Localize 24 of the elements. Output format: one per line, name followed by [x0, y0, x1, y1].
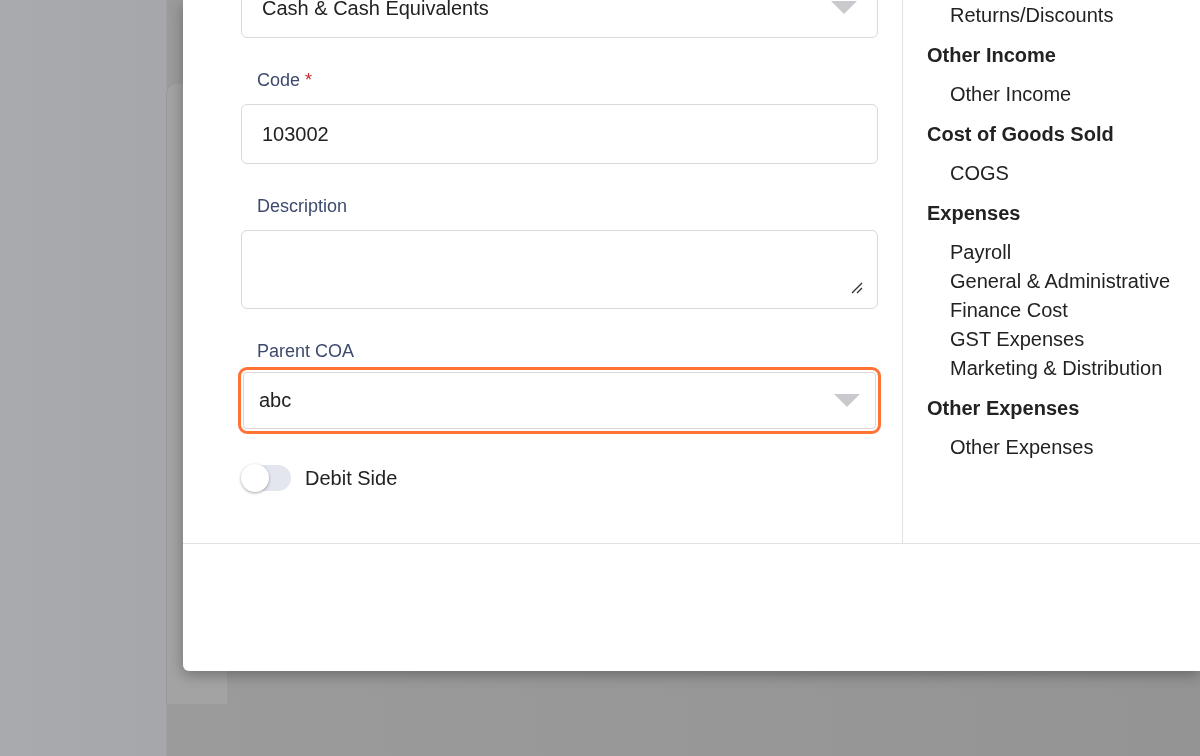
group-heading: Other Income: [927, 43, 1057, 68]
group-heading: Expenses: [927, 201, 1022, 226]
account-item[interactable]: GST Expenses: [927, 325, 1200, 354]
select-field[interactable]: Cash & Cash Equivalents: [241, 0, 878, 38]
input-field[interactable]: 103002: [241, 104, 878, 164]
account-item[interactable]: Payroll: [927, 238, 1200, 267]
field-label: Code *: [257, 69, 313, 92]
field-label: Parent COA: [257, 340, 355, 363]
group-heading: Cost of Goods Sold: [927, 122, 1115, 147]
account-item[interactable]: Returns/Discounts: [927, 1, 1200, 30]
account-item[interactable]: Marketing & Distribution: [927, 354, 1200, 383]
toggle-switch[interactable]: [241, 464, 291, 492]
account-item[interactable]: General & Administrative: [927, 267, 1200, 296]
group-heading: Other Expenses: [927, 396, 1081, 421]
account-item[interactable]: Other Expenses: [927, 433, 1200, 462]
resize-handle-icon[interactable]: [851, 282, 863, 294]
field-label: Description: [257, 195, 348, 218]
caret-icon: [834, 393, 860, 408]
toggle-label: Debit Side: [305, 466, 398, 490]
account-item[interactable]: Finance Cost: [927, 296, 1200, 325]
account-item[interactable]: COGS: [927, 159, 1200, 188]
select-field[interactable]: abc: [238, 367, 881, 434]
caret-icon: [831, 1, 857, 15]
account-item[interactable]: Other Income: [927, 80, 1200, 109]
